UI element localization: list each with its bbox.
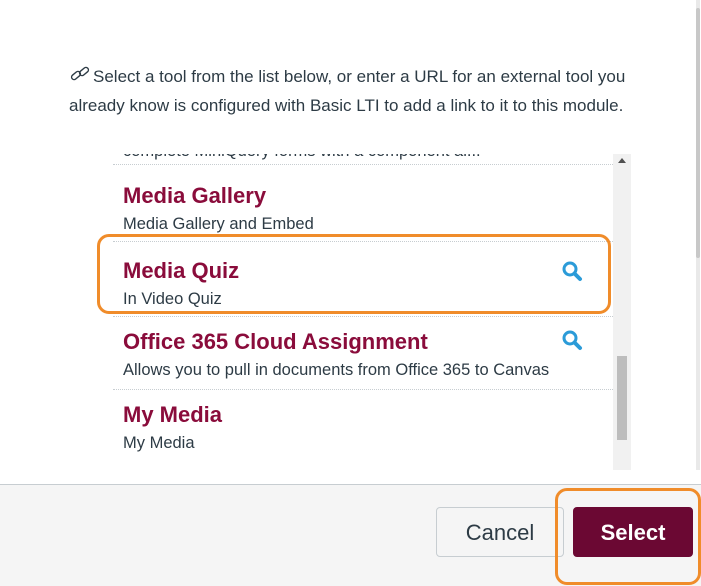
- search-icon[interactable]: [561, 329, 583, 351]
- tool-item-partial[interactable]: complete MiniQuery forms with a componen…: [113, 154, 613, 165]
- tool-list: complete MiniQuery forms with a componen…: [113, 154, 631, 470]
- tool-description: Allows you to pull in documents from Off…: [123, 361, 550, 379]
- tool-name[interactable]: My Media: [123, 400, 603, 430]
- tool-item-office-365[interactable]: Office 365 Cloud Assignment Allows you t…: [113, 317, 613, 390]
- modal-scrollbar-thumb[interactable]: [696, 8, 700, 258]
- tool-list-scrollbar[interactable]: [613, 154, 631, 470]
- tool-item-media-gallery[interactable]: Media Gallery Media Gallery and Embed: [113, 165, 613, 242]
- tool-name[interactable]: Office 365 Cloud Assignment: [123, 327, 603, 357]
- select-button[interactable]: Select: [573, 507, 693, 557]
- tool-item-media-quiz[interactable]: Media Quiz In Video Quiz: [113, 242, 613, 317]
- modal-scrollbar[interactable]: [696, 0, 701, 470]
- dialog-footer: Cancel Select: [0, 484, 701, 586]
- search-icon[interactable]: [561, 260, 583, 282]
- tool-list-scrollbar-thumb[interactable]: [617, 356, 627, 440]
- tool-description: complete MiniQuery forms with a componen…: [123, 154, 481, 164]
- tool-item-my-media[interactable]: My Media My Media: [113, 390, 613, 456]
- tool-name[interactable]: Media Gallery: [123, 181, 603, 211]
- cancel-button[interactable]: Cancel: [436, 507, 564, 557]
- tool-description: My Media: [123, 434, 195, 452]
- instructions-text: Select a tool from the list below, or en…: [69, 67, 626, 115]
- tool-description: Media Gallery and Embed: [123, 215, 314, 233]
- tool-name[interactable]: Media Quiz: [123, 256, 603, 286]
- scroll-up-arrow-icon[interactable]: [618, 158, 626, 163]
- instructions: Select a tool from the list below, or en…: [69, 62, 647, 120]
- link-icon: [70, 66, 90, 81]
- tool-description: In Video Quiz: [123, 290, 222, 308]
